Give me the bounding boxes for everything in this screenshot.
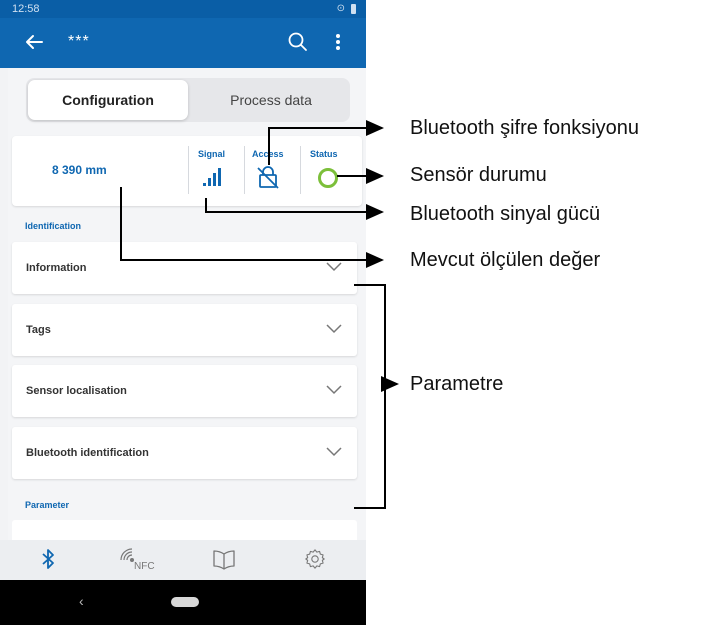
- callout-line-signal: [205, 198, 384, 220]
- callout-sensor-status: Sensör durumu: [410, 164, 547, 186]
- annotation-lines: [120, 120, 399, 509]
- callout-line-value: [120, 187, 384, 268]
- callout-line-password: [268, 120, 384, 165]
- callout-bracket-parameter: [354, 284, 386, 509]
- callout-signal-strength: Bluetooth sinyal gücü: [410, 203, 601, 225]
- callout-bluetooth-password: Bluetooth şifre fonksiyonu: [410, 117, 640, 139]
- callout-current-value: Mevcut ölçülen değer: [410, 249, 601, 271]
- callout-parameter: Parametre: [410, 373, 504, 395]
